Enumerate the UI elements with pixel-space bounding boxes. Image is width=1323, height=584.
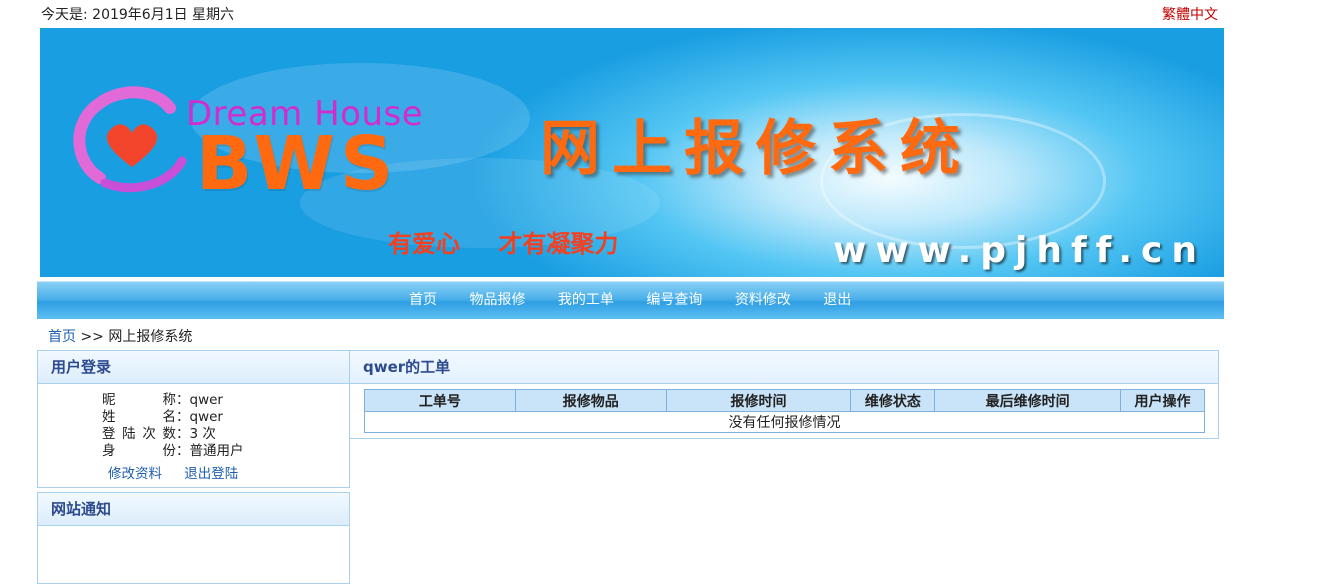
login-count-row: 登陆次数：3 次 <box>102 426 216 442</box>
breadcrumb-separator: >> <box>80 329 104 345</box>
nav-item-repair[interactable]: 物品报修 <box>469 282 525 319</box>
user-login-title: 用户登录 <box>38 351 349 384</box>
site-notice-title: 网站通知 <box>38 493 349 526</box>
table-row: 没有任何报修情况 <box>364 411 1205 433</box>
nav-link-number-query[interactable]: 编号查询 <box>646 292 702 308</box>
header-banner: Dream House BWS 网上报修系统 有爱心 才有凝聚力 www.pjh… <box>40 28 1224 277</box>
user-actions: 修改资料 退出登陆 <box>108 462 256 482</box>
nav-item-home[interactable]: 首页 <box>409 282 437 319</box>
orders-table: 工单号 报修物品 报修时间 维修状态 最后维修时间 用户操作 没有任何报修情况 <box>364 389 1205 433</box>
banner-website: www.pjhff.cn <box>833 230 1206 271</box>
col-user-actions: 用户操作 <box>1120 389 1205 412</box>
user-info-list: 昵 称：qwer 姓 名：qwer 登陆次数：3 次 身 份：普通用户 <box>102 392 244 460</box>
nav-item-edit-profile[interactable]: 资料修改 <box>735 282 791 319</box>
system-title: 网上报修系统 <box>540 114 972 184</box>
col-repair-status: 维修状态 <box>850 389 936 412</box>
nickname-row: 昵 称：qwer <box>102 392 223 408</box>
banner-slogan: 有爱心 才有凝聚力 <box>388 229 619 258</box>
login-count-label: 登陆次数 <box>102 426 176 442</box>
orders-header-row: 工单号 报修物品 报修时间 维修状态 最后维修时间 用户操作 <box>364 389 1205 412</box>
my-orders-panel: qwer的工单 工单号 报修物品 报修时间 维修状态 最后维修时间 用户操作 没… <box>349 350 1219 439</box>
main-nav: 首页 物品报修 我的工单 编号查询 资料修改 退出 <box>37 281 1224 319</box>
login-count-value: 3 次 <box>189 426 216 442</box>
nickname-label: 昵 称 <box>102 392 176 408</box>
nav-link-repair[interactable]: 物品报修 <box>469 292 525 308</box>
name-label: 姓 名 <box>102 409 176 425</box>
identity-label: 身 份 <box>102 443 176 459</box>
name-value: qwer <box>189 409 223 425</box>
nickname-value: qwer <box>189 392 223 408</box>
name-row: 姓 名：qwer <box>102 409 223 425</box>
traditional-chinese-link[interactable]: 繁體中文 <box>1162 4 1218 24</box>
edit-profile-link[interactable]: 修改资料 <box>108 466 162 482</box>
col-repair-time: 报修时间 <box>665 389 852 412</box>
breadcrumb: 首页 >> 网上报修系统 <box>48 326 192 346</box>
my-orders-title: qwer的工单 <box>350 351 1218 384</box>
nav-link-home[interactable]: 首页 <box>409 292 437 308</box>
identity-value: 普通用户 <box>189 443 244 459</box>
user-login-panel: 用户登录 昵 称：qwer 姓 名：qwer 登陆次数：3 次 身 份：普通用户… <box>37 350 350 488</box>
nav-link-my-orders[interactable]: 我的工单 <box>558 292 614 308</box>
col-last-repair-time: 最后维修时间 <box>934 389 1122 412</box>
site-notice-panel: 网站通知 <box>37 492 350 584</box>
date-text: 今天是: 2019年6月1日 星期六 <box>41 7 235 23</box>
nav-item-logout[interactable]: 退出 <box>823 282 851 319</box>
breadcrumb-current: 网上报修系统 <box>108 329 193 345</box>
logout-link[interactable]: 退出登陆 <box>184 466 238 482</box>
col-order-number: 工单号 <box>364 389 516 412</box>
nav-item-number-query[interactable]: 编号查询 <box>646 282 702 319</box>
identity-row: 身 份：普通用户 <box>102 443 244 459</box>
nav-item-my-orders[interactable]: 我的工单 <box>558 282 614 319</box>
nav-link-edit-profile[interactable]: 资料修改 <box>735 292 791 308</box>
top-bar: 今天是: 2019年6月1日 星期六 繁體中文 <box>41 4 1218 24</box>
heart-logo-icon <box>73 86 187 193</box>
empty-orders-message: 没有任何报修情况 <box>364 411 1205 433</box>
col-repair-item: 报修物品 <box>514 389 667 412</box>
nav-link-logout[interactable]: 退出 <box>823 292 851 308</box>
breadcrumb-home-link[interactable]: 首页 <box>48 329 76 345</box>
brand-bws: BWS <box>196 121 399 207</box>
